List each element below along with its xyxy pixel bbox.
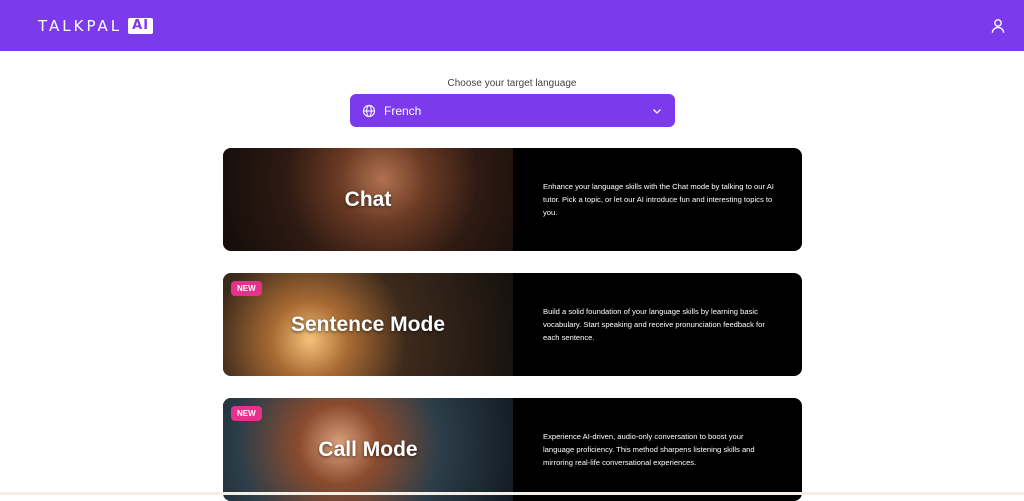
top-navbar: TALKPAL AI [0,0,1024,51]
chevron-down-icon [651,105,663,117]
new-badge: NEW [231,281,262,296]
language-picker-label: Choose your target language [0,78,1024,89]
mode-title: Sentence Mode [223,273,513,376]
mode-card-chat[interactable]: Chat Enhance your language skills with t… [223,148,802,251]
mode-description: Enhance your language skills with the Ch… [513,148,802,251]
mode-description: Build a solid foundation of your languag… [513,273,802,376]
talkpal-logo[interactable]: TALKPAL AI [38,17,153,35]
mode-card-call[interactable]: Call Mode NEW Experience AI-driven, audi… [223,398,802,501]
selected-language: French [384,104,651,118]
user-profile-button[interactable] [986,14,1010,38]
mode-title: Chat [223,148,513,251]
user-icon [989,17,1007,35]
target-language-select[interactable]: French [350,94,675,127]
logo-ai-badge: AI [128,18,153,34]
mode-title: Call Mode [223,398,513,501]
new-badge: NEW [231,406,262,421]
mode-card-sentence[interactable]: Sentence Mode NEW Build a solid foundati… [223,273,802,376]
logo-text: TALKPAL [38,17,122,35]
globe-icon [362,104,376,118]
sentence-mode-image: Sentence Mode NEW [223,273,513,376]
chat-mode-image: Chat [223,148,513,251]
mode-description: Experience AI-driven, audio-only convers… [513,398,802,501]
call-mode-image: Call Mode NEW [223,398,513,501]
